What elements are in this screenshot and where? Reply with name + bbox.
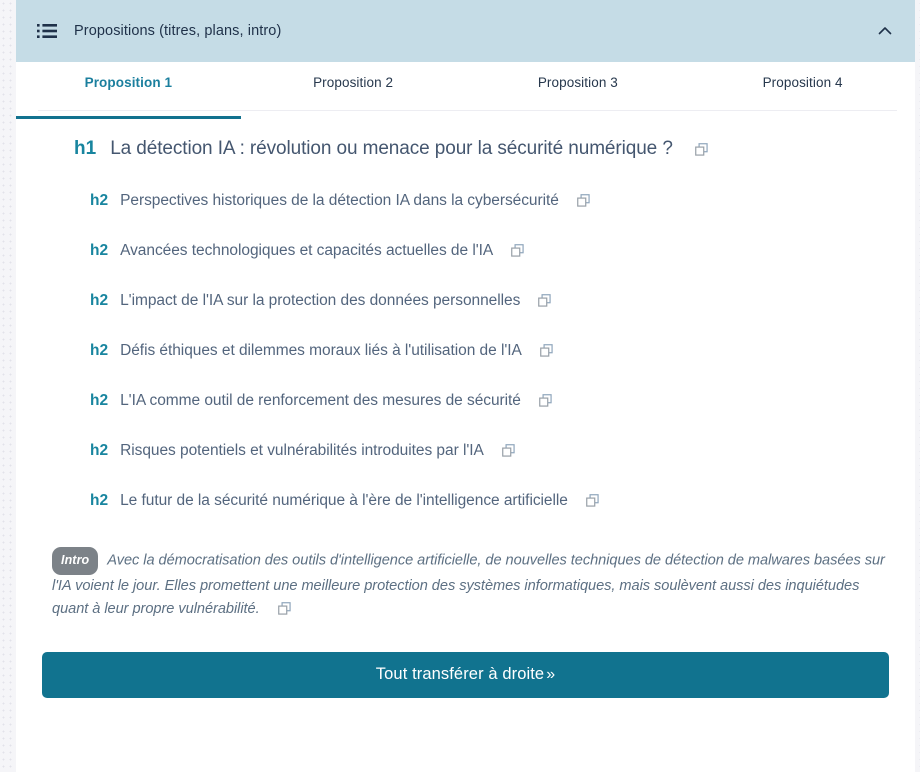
heading-text: Avancées technologiques et capacités act… xyxy=(120,242,494,259)
outline-list: h1 La détection IA : révolution ou menac… xyxy=(16,111,915,510)
copy-icon[interactable] xyxy=(539,344,553,357)
intro-block: Intro Avec la démocratisation des outils … xyxy=(16,510,915,622)
heading-level-tag: h2 xyxy=(90,492,109,509)
tab-proposition-4[interactable]: Proposition 4 xyxy=(690,70,915,111)
intro-text: Avec la démocratisation des outils d'int… xyxy=(52,552,885,618)
heading-level-tag: h2 xyxy=(90,292,109,309)
heading-text: La détection IA : révolution ou menace p… xyxy=(110,138,673,159)
heading-text: Perspectives historiques de la détection… xyxy=(120,192,559,209)
heading-level-tag: h2 xyxy=(90,192,109,209)
tab-proposition-2[interactable]: Proposition 2 xyxy=(241,70,466,111)
transfer-all-right-button[interactable]: Tout transférer à droite» xyxy=(42,651,889,698)
chevron-up-icon[interactable] xyxy=(877,23,893,39)
double-chevron-right-icon: » xyxy=(546,666,556,683)
heading-text: Le futur de la sécurité numérique à l'èr… xyxy=(120,492,568,509)
proposition-tabs: Proposition 1 Proposition 2 Proposition … xyxy=(16,62,915,119)
copy-icon[interactable] xyxy=(511,244,524,257)
transfer-all-right-label: Tout transférer à droite xyxy=(375,665,545,683)
outline-row-h2: h2 Avancées technologiques et capacités … xyxy=(38,210,893,260)
outline-row-h2: h2 Le futur de la sécurité numérique à l… xyxy=(38,460,893,510)
tab-label: Proposition 2 xyxy=(313,75,394,90)
copy-icon[interactable] xyxy=(576,194,590,207)
heading-text: Défis éthiques et dilemmes moraux liés à… xyxy=(120,342,522,359)
heading-level-tag: h2 xyxy=(90,342,109,359)
copy-icon[interactable] xyxy=(277,602,291,615)
tab-proposition-1[interactable]: Proposition 1 xyxy=(16,70,241,119)
outline-row-h2: h2 Perspectives historiques de la détect… xyxy=(38,160,893,210)
tab-label: Proposition 1 xyxy=(84,75,173,90)
propositions-card: Propositions (titres, plans, intro) Prop… xyxy=(16,0,915,772)
heading-text: L'impact de l'IA sur la protection des d… xyxy=(120,292,521,309)
list-icon xyxy=(37,24,57,38)
outline-row-h2: h2 L'IA comme outil de renforcement des … xyxy=(38,360,893,410)
copy-icon[interactable] xyxy=(694,143,708,156)
footer: Tout transférer à droite» xyxy=(16,622,915,698)
outline-row-h2: h2 L'impact de l'IA sur la protection de… xyxy=(38,260,893,310)
copy-icon[interactable] xyxy=(501,444,515,457)
tab-proposition-3[interactable]: Proposition 3 xyxy=(466,70,691,111)
outline-row-h2: h2 Défis éthiques et dilemmes moraux lié… xyxy=(38,310,893,360)
copy-icon[interactable] xyxy=(585,494,599,507)
heading-level-tag: h2 xyxy=(90,442,109,459)
heading-level-tag: h2 xyxy=(90,392,109,409)
tab-label: Proposition 4 xyxy=(762,75,843,90)
heading-level-tag: h2 xyxy=(90,242,109,259)
panel-title: Propositions (titres, plans, intro) xyxy=(74,23,282,39)
heading-text: Risques potentiels et vulnérabilités int… xyxy=(120,442,484,459)
outline-row-h2: h2 Risques potentiels et vulnérabilités … xyxy=(38,410,893,460)
copy-icon[interactable] xyxy=(538,294,551,307)
heading-level-tag: h1 xyxy=(74,138,97,159)
tab-label: Proposition 3 xyxy=(537,75,618,90)
panel-header[interactable]: Propositions (titres, plans, intro) xyxy=(16,0,915,62)
copy-icon[interactable] xyxy=(539,394,552,407)
intro-badge: Intro xyxy=(52,547,99,575)
heading-text: L'IA comme outil de renforcement des mes… xyxy=(120,392,521,409)
